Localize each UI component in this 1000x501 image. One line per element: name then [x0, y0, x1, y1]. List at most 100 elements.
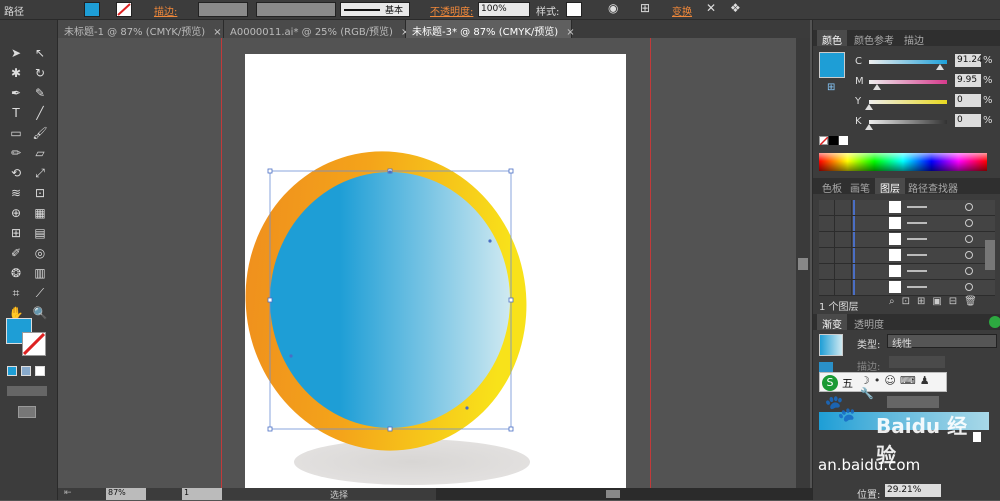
color-spectrum[interactable]	[819, 153, 987, 171]
selection-tool-icon[interactable]: ➤	[6, 44, 26, 62]
cyan-slider[interactable]	[869, 60, 947, 70]
magenta-slider[interactable]	[869, 80, 947, 90]
stroke-gradient-buttons[interactable]	[889, 356, 945, 368]
slider-thumb[interactable]	[865, 124, 873, 130]
gradient-preview[interactable]	[819, 334, 843, 356]
align-icon[interactable]: ⊞	[640, 1, 650, 15]
panel-fill-swatch[interactable]	[819, 52, 845, 78]
visibility-cell[interactable]	[819, 248, 835, 263]
none-mode-button[interactable]	[35, 366, 45, 376]
direct-selection-tool-icon[interactable]: ↖	[30, 44, 50, 62]
stroke-swatch[interactable]	[116, 2, 132, 17]
lock-cell[interactable]	[836, 280, 852, 295]
tab-pathfinder[interactable]: 路径查找器	[903, 178, 963, 195]
scroll-thumb[interactable]	[606, 490, 620, 498]
type-tool-icon[interactable]: T	[6, 104, 26, 122]
lock-cell[interactable]	[836, 216, 852, 231]
gradient-position-field[interactable]: 29.21%	[885, 484, 941, 497]
target-circle-icon[interactable]	[965, 283, 973, 291]
target-circle-icon[interactable]	[965, 267, 973, 275]
target-circle-icon[interactable]	[965, 219, 973, 227]
opacity-field[interactable]: 100%	[478, 2, 530, 17]
eraser-tool-icon[interactable]: ▱	[30, 144, 50, 162]
black-swatch[interactable]	[829, 136, 838, 145]
page-field[interactable]: 1	[182, 488, 222, 500]
slice-tool-icon[interactable]: ⟋	[30, 284, 50, 302]
tab-brushes[interactable]: 画笔	[845, 178, 875, 195]
panel-badge-icon[interactable]	[989, 316, 1000, 328]
gamut-warning-icon[interactable]: ⊞	[827, 82, 835, 93]
artboard-tool-icon[interactable]: ⌗	[6, 284, 26, 302]
gradient-tool-icon[interactable]: ▤	[30, 224, 50, 242]
lasso-tool-icon[interactable]: ↻	[30, 64, 50, 82]
layer-row[interactable]	[819, 248, 995, 264]
isolate-icon[interactable]: ✕	[706, 1, 716, 15]
pencil-tool-icon[interactable]: ✏	[6, 144, 26, 162]
draw-modes-icon[interactable]	[7, 386, 47, 396]
stroke-color-box[interactable]	[22, 332, 46, 356]
variable-width-field[interactable]	[256, 2, 336, 17]
gradient-mode-button[interactable]	[21, 366, 31, 376]
layer-row[interactable]	[819, 280, 995, 296]
more-options-icon[interactable]: ❖	[730, 1, 741, 15]
target-circle-icon[interactable]	[965, 235, 973, 243]
tab-gradient[interactable]: 渐变	[817, 314, 847, 331]
visibility-cell[interactable]	[819, 232, 835, 247]
tab-color-guide[interactable]: 颜色参考	[849, 30, 899, 47]
stroke-label[interactable]: 描边:	[154, 3, 177, 18]
slider-thumb[interactable]	[872, 84, 881, 90]
ime-mode-label[interactable]: 五	[842, 375, 853, 391]
mesh-tool-icon[interactable]: ⊞	[6, 224, 26, 242]
vertical-scrollbar[interactable]	[796, 38, 810, 488]
free-transform-tool-icon[interactable]: ⊡	[30, 184, 50, 202]
close-icon[interactable]: ×	[566, 27, 574, 38]
inner-ellipse[interactable]	[270, 172, 510, 428]
opacity-label[interactable]: 不透明度:	[430, 3, 473, 18]
layer-row[interactable]	[819, 232, 995, 248]
recolor-icon[interactable]: ◉	[608, 1, 618, 15]
ime-toolbar[interactable]: S 五 ☽•☺⌨♟🔧	[819, 372, 947, 400]
black-slider[interactable]	[865, 120, 947, 130]
yellow-slider[interactable]	[865, 100, 947, 110]
magenta-value[interactable]: 9.95	[955, 74, 981, 87]
tab-swatches[interactable]: 色板	[817, 178, 847, 195]
visibility-cell[interactable]	[819, 264, 835, 279]
close-icon[interactable]: ×	[213, 27, 221, 38]
visibility-cell[interactable]	[819, 216, 835, 231]
scale-tool-icon[interactable]: ⤢	[30, 164, 50, 182]
blend-tool-icon[interactable]: ◎	[30, 244, 50, 262]
lock-cell[interactable]	[836, 248, 852, 263]
layers-scroll-thumb[interactable]	[985, 240, 995, 270]
stroke-profile-field[interactable]: 基本	[340, 2, 410, 17]
target-circle-icon[interactable]	[965, 203, 973, 211]
lock-cell[interactable]	[836, 264, 852, 279]
tab-color[interactable]: 颜色	[817, 30, 847, 47]
layer-row[interactable]	[819, 264, 995, 280]
column-graph-tool-icon[interactable]: ▥	[30, 264, 50, 282]
visibility-cell[interactable]	[819, 280, 835, 295]
tab-transparency[interactable]: 透明度	[849, 314, 889, 331]
paintbrush-tool-icon[interactable]: 🖌	[30, 124, 50, 142]
perspective-grid-tool-icon[interactable]: ▦	[30, 204, 50, 222]
pen-tool-icon[interactable]: ✒	[6, 84, 26, 102]
scroll-thumb[interactable]	[798, 258, 808, 270]
cyan-value[interactable]: 91.24	[955, 54, 983, 67]
visibility-cell[interactable]	[819, 200, 835, 215]
black-value[interactable]: 0	[955, 114, 981, 127]
tab-stroke[interactable]: 描边	[899, 30, 929, 47]
layer-row[interactable]	[819, 200, 995, 216]
shape-builder-tool-icon[interactable]: ⊕	[6, 204, 26, 222]
color-mode-button[interactable]	[7, 366, 17, 376]
artwork[interactable]	[58, 38, 810, 488]
eyedropper-tool-icon[interactable]: ✐	[6, 244, 26, 262]
rotate-tool-icon[interactable]: ⟲	[6, 164, 26, 182]
layers-action-icons[interactable]: ⌕⊡⊞▣⊟🗑	[889, 296, 984, 307]
warp-tool-icon[interactable]: ≋	[6, 184, 26, 202]
tab-document-1[interactable]: 未标题-1 @ 87% (CMYK/预览) ×	[58, 20, 224, 38]
style-swatch[interactable]	[566, 2, 582, 17]
screen-mode-icon[interactable]	[18, 406, 36, 418]
zoom-tool-icon[interactable]: 🔍	[30, 304, 50, 322]
yellow-value[interactable]: 0	[955, 94, 981, 107]
target-circle-icon[interactable]	[965, 251, 973, 259]
stroke-weight-field[interactable]	[198, 2, 248, 17]
